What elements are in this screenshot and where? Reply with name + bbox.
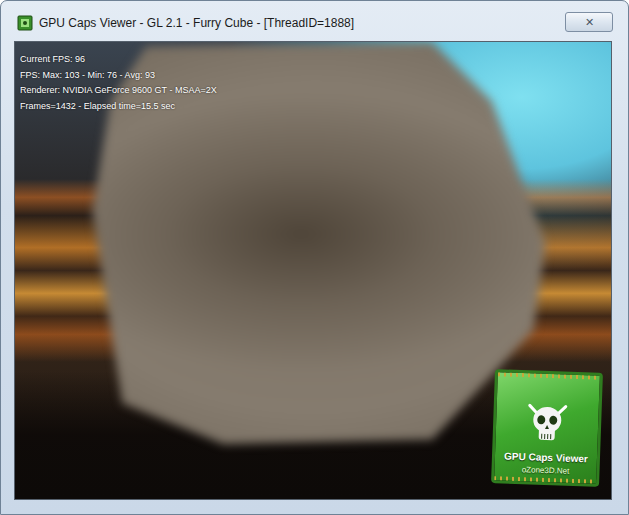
logo-title: GPU Caps Viewer	[504, 451, 588, 466]
hud-overlay: Current FPS: 96FPS: Max: 103 - Min: 76 -…	[20, 52, 217, 114]
hud-line: Frames=1432 - Elapsed time=15.5 sec	[20, 99, 217, 115]
gpu-caps-logo: GPU Caps Viewer oZone3D.Net	[491, 369, 603, 487]
title-bar[interactable]: GPU Caps Viewer - GL 2.1 - Furry Cube - …	[1, 1, 628, 41]
hud-line: FPS: Max: 103 - Min: 76 - Avg: 93	[20, 68, 217, 84]
logo-site: oZone3D.Net	[522, 465, 570, 477]
window-title: GPU Caps Viewer - GL 2.1 - Furry Cube - …	[39, 14, 559, 32]
skull-icon	[524, 399, 570, 447]
close-button[interactable]: ✕	[565, 12, 613, 32]
hud-line: Renderer: NVIDIA GeForce 9600 GT - MSAA=…	[20, 83, 217, 99]
app-window: GPU Caps Viewer - GL 2.1 - Furry Cube - …	[0, 0, 629, 515]
hud-line: Current FPS: 96	[20, 52, 217, 68]
render-canvas[interactable]: Current FPS: 96FPS: Max: 103 - Min: 76 -…	[14, 41, 612, 500]
chip-icon	[17, 15, 33, 31]
